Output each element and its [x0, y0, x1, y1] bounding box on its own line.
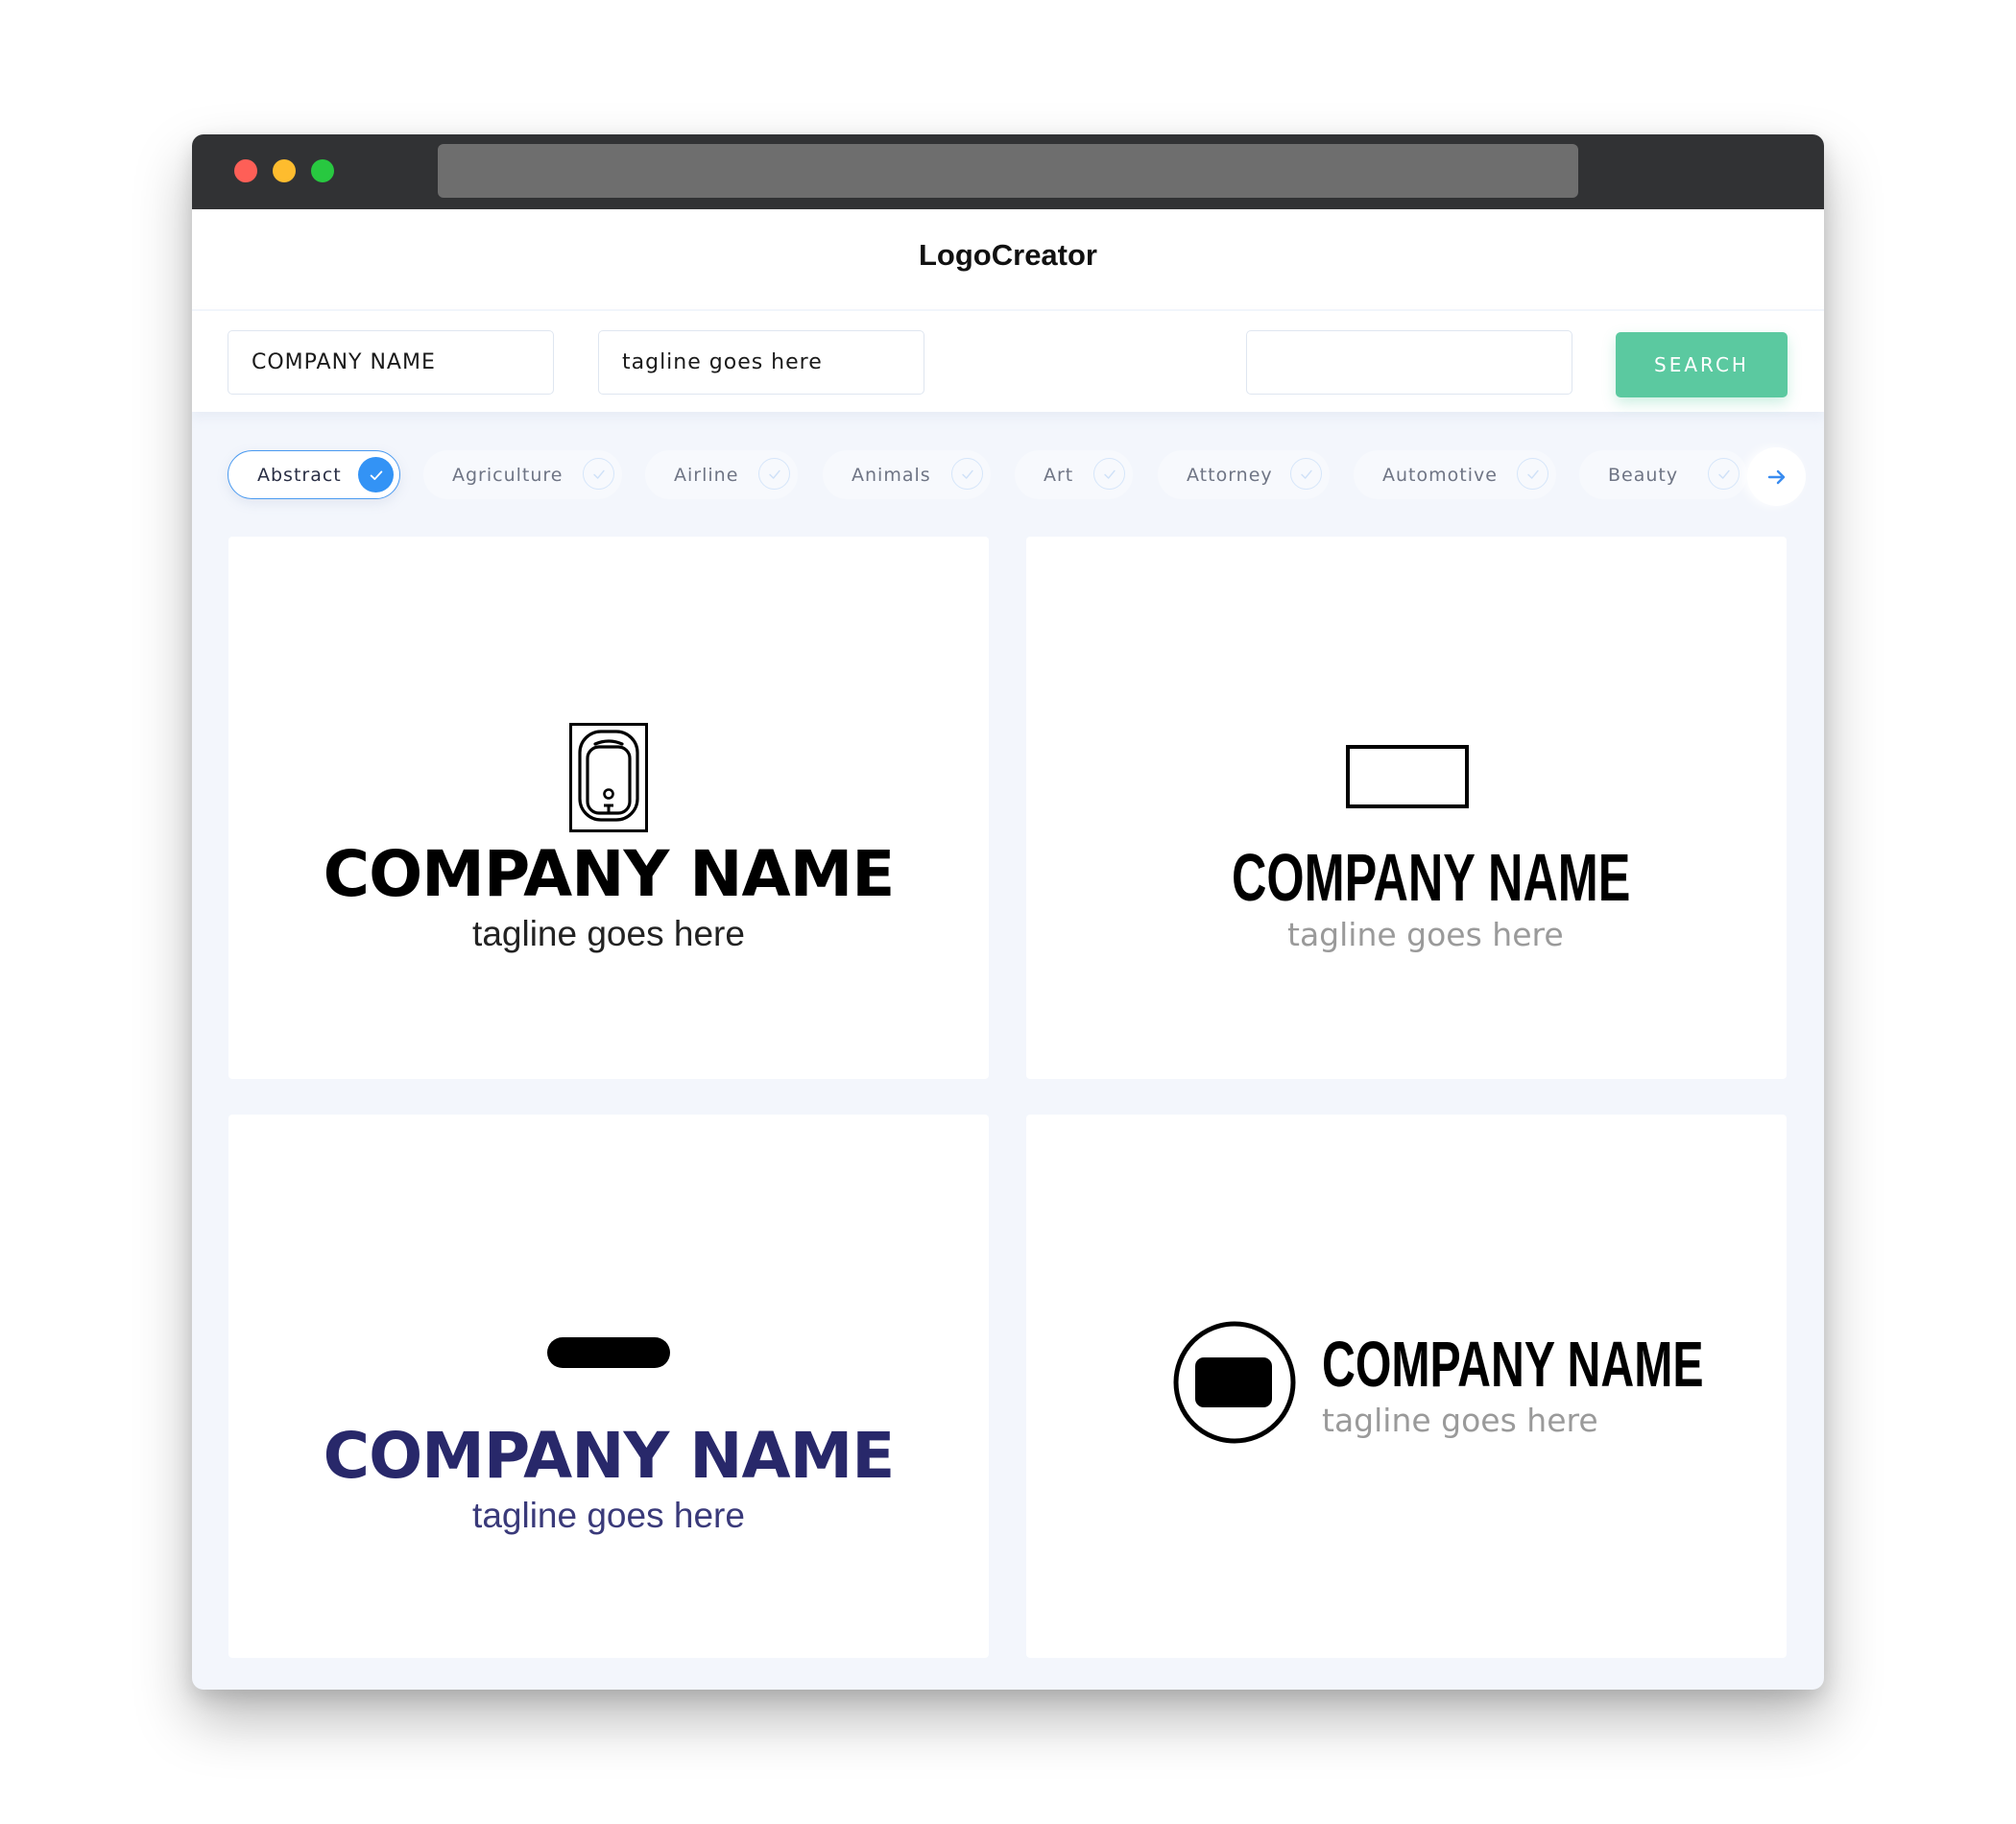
- category-chip-agriculture[interactable]: Agriculture: [423, 450, 622, 499]
- category-label: Beauty: [1608, 464, 1679, 486]
- check-icon: [1290, 458, 1322, 490]
- check-icon: [583, 458, 614, 490]
- maximize-window-button[interactable]: [311, 159, 334, 182]
- category-label: Art: [1044, 464, 1074, 486]
- category-chip-animals[interactable]: Animals: [823, 450, 991, 499]
- logo-tagline: tagline goes here: [472, 1496, 745, 1535]
- logo-tagline: tagline goes here: [472, 914, 745, 953]
- logo-card[interactable]: COMPANY NAME tagline goes here: [1026, 537, 1787, 1079]
- category-label: Automotive: [1382, 464, 1498, 486]
- water-heater-icon: [569, 723, 648, 832]
- category-chip-beauty[interactable]: Beauty: [1579, 450, 1747, 499]
- keyword-input[interactable]: [1246, 330, 1572, 395]
- minimize-window-button[interactable]: [273, 159, 296, 182]
- address-bar[interactable]: [438, 144, 1578, 198]
- logo-tagline: tagline goes here: [1322, 1402, 1598, 1439]
- logo-company-name: COMPANY NAME: [323, 1419, 896, 1493]
- category-chip-attorney[interactable]: Attorney: [1158, 450, 1330, 499]
- check-icon: [358, 457, 394, 492]
- app-title: LogoCreator: [919, 238, 1097, 272]
- logo-company-name: COMPANY NAME: [1232, 840, 1631, 915]
- check-icon: [758, 458, 790, 490]
- logo-company-name: COMPANY NAME: [1322, 1329, 1704, 1401]
- category-label: Airline: [674, 464, 739, 486]
- app-header: LogoCreator: [192, 209, 1824, 309]
- category-chip-airline[interactable]: Airline: [645, 450, 798, 499]
- check-icon: [951, 458, 983, 490]
- search-button[interactable]: SEARCH: [1616, 332, 1788, 397]
- tagline-input[interactable]: tagline goes here: [598, 330, 924, 395]
- browser-window: LogoCreator COMPANY NAME tagline goes he…: [192, 134, 1824, 1690]
- arrow-right-icon: [1767, 469, 1785, 484]
- search-bar: COMPANY NAME tagline goes here SEARCH: [192, 311, 1824, 412]
- check-icon: [1517, 458, 1548, 490]
- pill-bar-icon: [547, 1337, 670, 1368]
- category-chip-automotive[interactable]: Automotive: [1354, 450, 1556, 499]
- category-label: Animals: [852, 464, 931, 486]
- check-icon: [1708, 458, 1740, 490]
- company-name-input[interactable]: COMPANY NAME: [228, 330, 554, 395]
- category-filter-bar: Abstract Agriculture Airline Animals Art: [228, 447, 1806, 516]
- close-window-button[interactable]: [234, 159, 257, 182]
- logo-company-name: COMPANY NAME: [323, 837, 896, 911]
- category-label: Attorney: [1187, 464, 1273, 486]
- category-chip-abstract[interactable]: Abstract: [228, 450, 400, 499]
- category-label: Agriculture: [452, 464, 564, 486]
- category-label: Abstract: [257, 464, 342, 486]
- check-icon: [1093, 458, 1125, 490]
- category-chip-art[interactable]: Art: [1015, 450, 1133, 499]
- rectangle-outline-icon: [1346, 745, 1469, 808]
- logo-card[interactable]: COMPANY NAME tagline goes here: [1026, 1115, 1787, 1658]
- logo-card[interactable]: COMPANY NAME tagline goes here: [228, 1115, 989, 1658]
- logo-card[interactable]: COMPANY NAME tagline goes here: [228, 537, 989, 1079]
- circle-rounded-square-icon: [1173, 1321, 1296, 1444]
- logo-tagline: tagline goes here: [1287, 916, 1564, 953]
- browser-titlebar: [192, 134, 1824, 209]
- next-categories-button[interactable]: [1747, 447, 1806, 506]
